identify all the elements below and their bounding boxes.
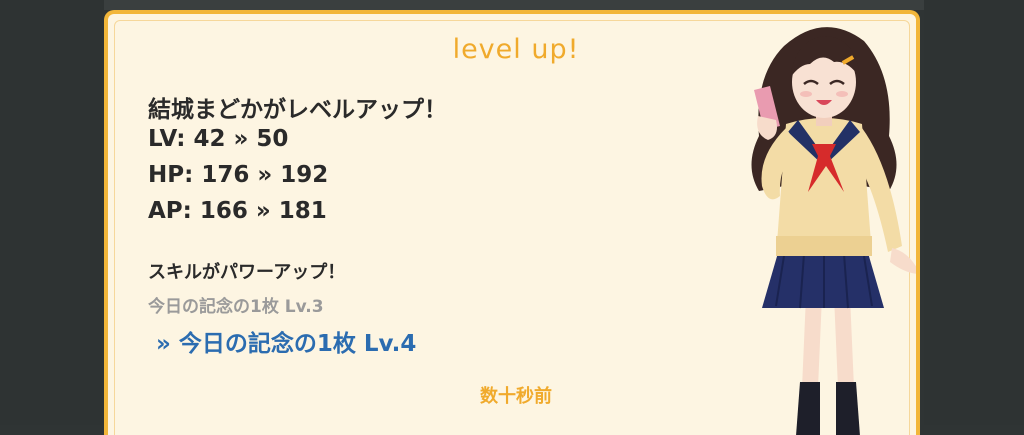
stat-lv-old: 42 (193, 126, 226, 152)
character-illustration (751, 27, 916, 435)
stat-hp-label: HP: (148, 162, 194, 188)
stat-hp-new: 192 (280, 162, 329, 188)
level-up-dialog[interactable]: level up! 結城まどかがレベルアップ！ LV: 42» 50 HP: 17… (104, 10, 920, 435)
skill-powerup-message: スキルがパワーアップ！ (148, 262, 346, 283)
backdrop-right (924, 0, 1024, 425)
skill-old-level: 今日の記念の1枚 Lv.3 (148, 297, 324, 317)
level-up-message: 結城まどかがレベルアップ！ (148, 97, 447, 123)
stat-ap-new: 181 (278, 198, 327, 224)
stat-ap-arrow: » (255, 198, 271, 224)
stat-lv: LV: 42 » 50 (148, 126, 288, 152)
stat-hp: HP: 176 » 192 (148, 162, 328, 188)
stat-lv-label: LV: (148, 126, 186, 152)
stat-ap: AP: 166 » 181 (148, 198, 327, 224)
stat-hp-old: 176 (201, 162, 250, 188)
backdrop-top (104, 0, 924, 10)
stat-ap-label: AP: (148, 198, 192, 224)
stat-hp-arrow: » (257, 162, 273, 188)
stat-ap-old: 166 (199, 198, 248, 224)
stat-lv-arrow: » (233, 126, 249, 152)
backdrop-left (0, 0, 104, 425)
skill-new-level: » 今日の記念の1枚 Lv.4 (156, 331, 417, 357)
stat-lv-new: 50 (256, 126, 289, 152)
